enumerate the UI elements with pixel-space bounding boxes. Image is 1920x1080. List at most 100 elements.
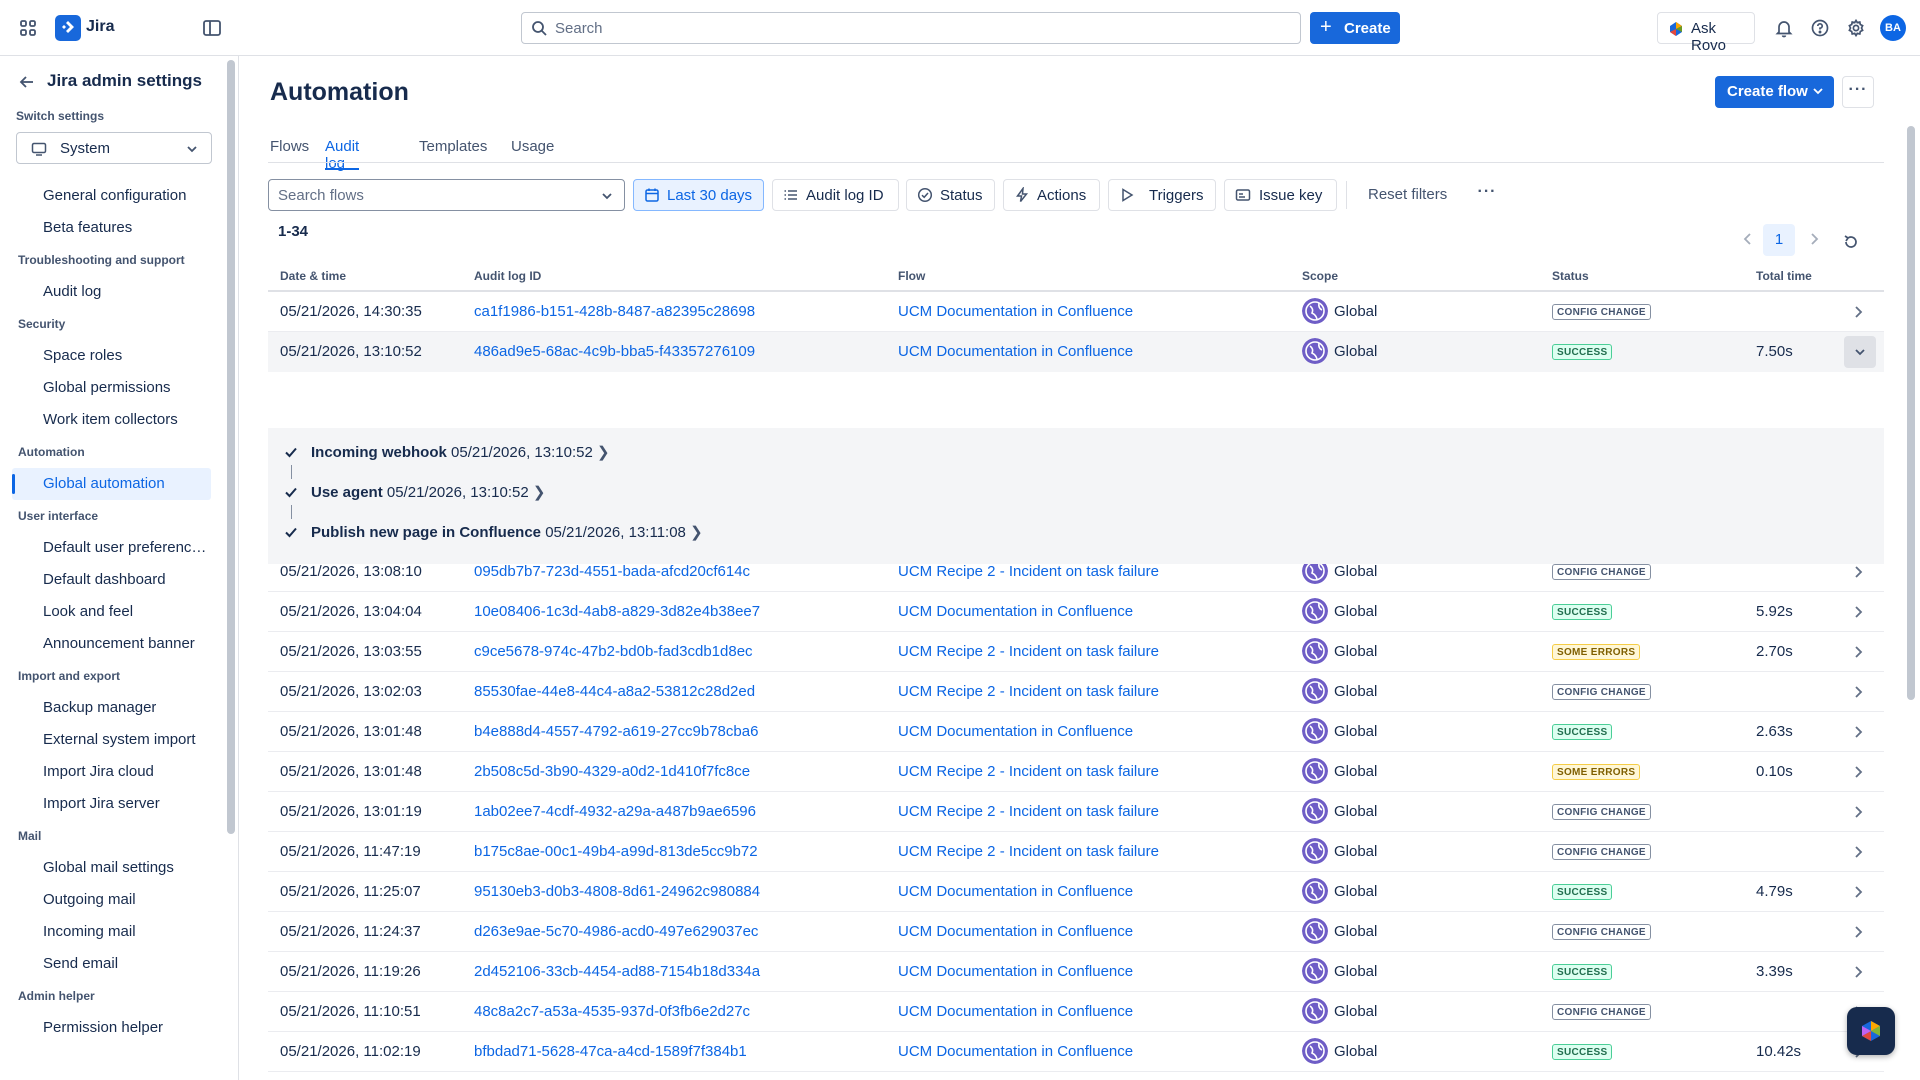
chevron-right-icon[interactable]: [1808, 232, 1820, 246]
table-row[interactable]: 05/21/2026, 11:25:07 95130eb3-d0b3-4808-8…: [268, 872, 1884, 912]
rovo-chat-button[interactable]: [1847, 1007, 1895, 1055]
audit-log-id-link[interactable]: b4e888d4-4557-4792-a619-27cc9b78cba6: [474, 723, 758, 740]
flow-link[interactable]: UCM Documentation in Confluence: [898, 723, 1133, 740]
chevron-right-icon[interactable]: [1853, 845, 1863, 859]
settings-switcher-select[interactable]: System: [16, 132, 212, 164]
audit-log-id-link[interactable]: ca1f1986-b151-428b-8487-a82395c28698: [474, 303, 755, 320]
sidebar-item-outgoing-mail[interactable]: Outgoing mail: [12, 884, 211, 916]
collapse-row-button[interactable]: [1844, 336, 1876, 368]
audit-log-id-link[interactable]: 85530fae-44e8-44c4-a8a2-53812c28d2ed: [474, 683, 755, 700]
chevron-right-icon[interactable]: [1853, 805, 1863, 819]
table-row[interactable]: 05/21/2026, 11:02:19 bfbdad71-5628-47ca-a…: [268, 1032, 1884, 1072]
sidebar-item-audit-log[interactable]: Audit log: [12, 276, 211, 308]
chevron-right-icon[interactable]: [1853, 885, 1863, 899]
more-options-button[interactable]: ···: [1842, 76, 1874, 108]
flow-link[interactable]: UCM Recipe 2 - Incident on task failure: [898, 683, 1159, 700]
flow-link[interactable]: UCM Recipe 2 - Incident on task failure: [898, 763, 1159, 780]
audit-log-id-link[interactable]: b175c8ae-00c1-49b4-a99d-813de5cc9b72: [474, 843, 758, 860]
column-flow[interactable]: Flow: [898, 269, 925, 283]
column-status[interactable]: Status: [1552, 269, 1589, 283]
triggers-filter[interactable]: Triggers: [1108, 179, 1216, 211]
flow-link[interactable]: UCM Documentation in Confluence: [898, 923, 1133, 940]
sidebar-item-default-dashboard[interactable]: Default dashboard: [12, 564, 211, 596]
search-flows-select[interactable]: Search flows: [268, 179, 625, 211]
column-audit-log-id[interactable]: Audit log ID: [474, 269, 541, 283]
column-scope[interactable]: Scope: [1302, 269, 1338, 283]
sidebar-item-import-jira-server[interactable]: Import Jira server: [12, 788, 211, 820]
sidebar-item-beta-features[interactable]: Beta features: [12, 212, 211, 244]
actions-filter[interactable]: Actions: [1003, 179, 1100, 211]
table-row[interactable]: 05/21/2026, 11:47:19 b175c8ae-00c1-49b4-a…: [268, 832, 1884, 872]
sidebar-item-permission-helper[interactable]: Permission helper: [12, 1012, 211, 1044]
tab-templates[interactable]: Templates: [419, 138, 487, 170]
flow-link[interactable]: UCM Documentation in Confluence: [898, 1003, 1133, 1020]
sidebar-item-work-item-collectors[interactable]: Work item collectors: [12, 404, 211, 436]
sidebar-item-space-roles[interactable]: Space roles: [12, 340, 211, 372]
audit-log-id-link[interactable]: 486ad9e5-68ac-4c9b-bba5-f43357276109: [474, 343, 755, 360]
chevron-right-icon[interactable]: [1853, 965, 1863, 979]
main-scrollbar[interactable]: [1907, 126, 1915, 700]
audit-log-id-link[interactable]: 48c8a2c7-a53a-4535-937d-0f3fb6e2d27c: [474, 1003, 750, 1020]
global-search-input[interactable]: Search: [521, 12, 1301, 44]
ask-rovo-button[interactable]: Ask Rovo: [1657, 12, 1755, 54]
sidebar-item-send-email[interactable]: Send email: [12, 948, 211, 980]
table-row[interactable]: 05/21/2026, 11:19:26 2d452106-33cb-4454-a…: [268, 952, 1884, 992]
chevron-right-icon[interactable]: [1853, 765, 1863, 779]
audit-log-id-link[interactable]: 2b508c5d-3b90-4329-a0d2-1d410f7fc8ce: [474, 763, 750, 780]
sidebar-item-incoming-mail[interactable]: Incoming mail: [12, 916, 211, 948]
sidebar-item-global-mail-settings[interactable]: Global mail settings: [12, 852, 211, 884]
settings-gear-icon[interactable]: [1844, 16, 1868, 40]
chevron-right-icon[interactable]: [1853, 565, 1863, 579]
app-switcher-icon[interactable]: [16, 16, 40, 40]
tab-usage[interactable]: Usage: [511, 138, 554, 170]
audit-log-id-link[interactable]: 095db7b7-723d-4551-bada-afcd20cf614c: [474, 563, 750, 580]
sidebar-item-announcement-banner[interactable]: Announcement banner: [12, 628, 211, 660]
status-filter[interactable]: Status: [906, 179, 995, 211]
audit-log-id-filter[interactable]: Audit log ID: [772, 179, 899, 211]
help-icon[interactable]: [1808, 16, 1832, 40]
chevron-right-icon[interactable]: [1853, 605, 1863, 619]
audit-log-id-link[interactable]: 1ab02ee7-4cdf-4932-a29a-a487b9ae6596: [474, 803, 756, 820]
chevron-right-icon[interactable]: [1853, 925, 1863, 939]
date-range-filter[interactable]: Last 30 days: [633, 179, 764, 211]
issue-key-filter[interactable]: Issue key: [1224, 179, 1337, 211]
sidebar-item-general-configuration[interactable]: General configuration: [12, 180, 211, 212]
table-row[interactable]: 05/21/2026, 13:01:48 2b508c5d-3b90-4329-a…: [268, 752, 1884, 792]
audit-log-id-link[interactable]: 95130eb3-d0b3-4808-8d61-24962c980884: [474, 883, 760, 900]
tab-audit-log[interactable]: Audit log: [325, 138, 360, 172]
table-row[interactable]: 05/21/2026, 13:10:52 486ad9e5-68ac-4c9b-b…: [268, 332, 1884, 372]
flow-link[interactable]: UCM Documentation in Confluence: [898, 303, 1133, 320]
flow-link[interactable]: UCM Recipe 2 - Incident on task failure: [898, 803, 1159, 820]
sidebar-item-look-and-feel[interactable]: Look and feel: [12, 596, 211, 628]
flow-link[interactable]: UCM Documentation in Confluence: [898, 603, 1133, 620]
table-row[interactable]: 05/21/2026, 11:24:37 d263e9ae-5c70-4986-a…: [268, 912, 1884, 952]
flow-link[interactable]: UCM Documentation in Confluence: [898, 883, 1133, 900]
sidebar-item-default-user-preferences[interactable]: Default user preferences: [12, 532, 211, 564]
table-row[interactable]: 05/21/2026, 13:01:48 b4e888d4-4557-4792-a…: [268, 712, 1884, 752]
notifications-bell-icon[interactable]: [1772, 16, 1796, 40]
sidebar-item-import-jira-cloud[interactable]: Import Jira cloud: [12, 756, 211, 788]
sidebar-item-global-permissions[interactable]: Global permissions: [12, 372, 211, 404]
app-name[interactable]: Jira: [86, 18, 114, 36]
chevron-right-icon[interactable]: [1853, 645, 1863, 659]
flow-link[interactable]: UCM Documentation in Confluence: [898, 343, 1133, 360]
flow-link[interactable]: UCM Documentation in Confluence: [898, 963, 1133, 980]
more-filters-button[interactable]: ···: [1472, 180, 1502, 210]
sidebar-item-global-automation[interactable]: Global automation: [12, 468, 211, 500]
refresh-icon[interactable]: [1842, 233, 1860, 251]
chevron-right-icon[interactable]: [1853, 305, 1863, 319]
audit-log-id-link[interactable]: 2d452106-33cb-4454-ad88-7154b18d334a: [474, 963, 760, 980]
column-date-time[interactable]: Date & time: [280, 269, 346, 283]
table-row[interactable]: 05/21/2026, 13:01:19 1ab02ee7-4cdf-4932-a…: [268, 792, 1884, 832]
sidebar-scrollbar[interactable]: [227, 60, 235, 834]
table-row[interactable]: 05/21/2026, 11:10:51 48c8a2c7-a53a-4535-9…: [268, 992, 1884, 1032]
flow-link[interactable]: UCM Recipe 2 - Incident on task failure: [898, 563, 1159, 580]
table-row[interactable]: 05/21/2026, 14:30:35 ca1f1986-b151-428b-8…: [268, 292, 1884, 332]
chevron-right-icon[interactable]: [1853, 725, 1863, 739]
table-row[interactable]: 05/21/2026, 13:03:55 c9ce5678-974c-47b2-b…: [268, 632, 1884, 672]
chevron-right-icon[interactable]: [1853, 685, 1863, 699]
sidebar-toggle-icon[interactable]: [201, 17, 223, 39]
column-total-time[interactable]: Total time: [1756, 269, 1812, 283]
jira-logo-icon[interactable]: [55, 15, 81, 41]
audit-log-id-link[interactable]: c9ce5678-974c-47b2-bd0b-fad3cdb1d8ec: [474, 643, 753, 660]
